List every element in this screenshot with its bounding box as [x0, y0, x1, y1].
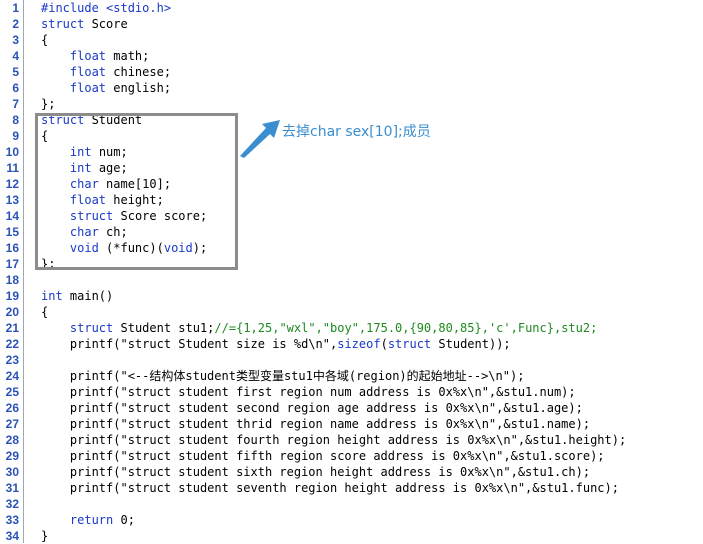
code-token: Score: [84, 17, 128, 31]
line-number: 17: [5, 257, 19, 271]
line-number: 21: [5, 321, 19, 335]
line-number: 25: [5, 385, 19, 399]
code-editor[interactable]: 1 2 3 4 5 6 7 8 9 10 11 12 13 14 15 16 17 18 19 20 21 22 23 24 2…: [0, 0, 703, 543]
line-number: 14: [5, 209, 19, 223]
code-token: Student stu1;: [113, 321, 215, 335]
code-line[interactable]: #include <stdio.h>: [41, 0, 171, 16]
line-number: 6: [12, 81, 19, 95]
code-token: printf("struct student sixth region heig…: [41, 465, 591, 479]
code-line[interactable]: printf("struct student second region age…: [41, 400, 583, 416]
line-number: 28: [5, 433, 19, 447]
code-token: 0;: [113, 513, 135, 527]
line-number: 27: [5, 417, 19, 431]
code-token: printf("struct student first region num …: [41, 385, 576, 399]
line-number: 4: [12, 49, 19, 63]
line-number: 1: [12, 1, 19, 15]
line-number: 9: [12, 129, 19, 143]
line-number: 11: [6, 161, 19, 175]
line-number: 7: [12, 97, 19, 111]
line-number: 3: [12, 33, 19, 47]
line-number: 18: [5, 273, 19, 287]
code-line[interactable]: {: [41, 304, 48, 320]
line-number: 33: [5, 513, 19, 527]
struct-highlight-box: [35, 113, 238, 270]
code-token: printf("struct student fifth region scor…: [41, 449, 605, 463]
keyword-token: float: [69, 49, 107, 63]
keyword-token: struct: [69, 321, 114, 335]
line-number-gutter: 1 2 3 4 5 6 7 8 9 10 11 12 13 14 15 16 17 18 19 20 21 22 23 24 2…: [0, 0, 24, 543]
code-token: printf("struct student seventh region he…: [41, 481, 619, 495]
code-line[interactable]: printf("<--结构体student类型变量stu1中各域(region)…: [41, 368, 525, 384]
code-line[interactable]: printf("struct student thrid region name…: [41, 416, 590, 432]
line-number: 26: [5, 401, 19, 415]
code-token: {: [41, 33, 49, 47]
code-line[interactable]: struct Student stu1;//={1,25,"wxl","boy"…: [41, 320, 597, 336]
code-line[interactable]: printf("struct student first region num …: [41, 384, 576, 400]
line-number: 16: [5, 241, 19, 255]
code-line[interactable]: printf("struct Student size is %d\n",siz…: [41, 336, 511, 352]
code-token: printf("struct student thrid region name…: [41, 417, 591, 431]
line-number: 8: [12, 113, 19, 127]
keyword-token: struct: [387, 337, 432, 351]
code-token: main(): [62, 289, 114, 303]
line-number: 13: [5, 193, 19, 207]
line-number: 2: [12, 17, 19, 31]
callout-arrow-icon: [240, 120, 280, 158]
code-line[interactable]: printf("struct student fifth region scor…: [41, 448, 605, 464]
code-token: printf("<--结构体student类型变量stu1中各域(region)…: [41, 369, 525, 383]
line-number: 23: [5, 353, 19, 367]
line-number: 15: [5, 225, 19, 239]
keyword-token: float: [69, 65, 107, 79]
line-number: 34: [5, 529, 19, 543]
code-line[interactable]: printf("struct student sixth region heig…: [41, 464, 590, 480]
line-number: 19: [5, 289, 19, 303]
code-line[interactable]: int main(): [41, 288, 113, 304]
code-token: (: [380, 337, 388, 351]
line-number: 22: [5, 337, 19, 351]
code-line[interactable]: printf("struct student fourth region hei…: [41, 432, 626, 448]
code-token: printf("struct Student size is %d\n",: [41, 337, 338, 351]
code-line[interactable]: return 0;: [41, 512, 135, 528]
keyword-token: sizeof: [337, 337, 381, 351]
keyword-token: return: [69, 513, 114, 527]
code-line[interactable]: }: [41, 528, 48, 544]
code-line[interactable]: struct Score: [41, 16, 128, 32]
comment-token: //={1,25,"wxl","boy",175.0,{90,80,85},'c…: [214, 321, 598, 335]
line-number: 31: [5, 481, 19, 495]
code-token: printf("struct student fourth region hei…: [41, 433, 627, 447]
code-token: chinese;: [106, 65, 172, 79]
line-number: 12: [5, 177, 19, 191]
annotation-callout-text: 去掉char sex[10];成员: [282, 124, 431, 140]
line-number: 29: [5, 449, 19, 463]
code-token: printf("struct student second region age…: [41, 401, 583, 415]
code-token: };: [41, 97, 56, 111]
code-line[interactable]: float chinese;: [41, 64, 171, 80]
keyword-token: struct: [41, 17, 85, 31]
code-token: }: [41, 529, 49, 543]
keyword-token: int: [41, 289, 63, 303]
keyword-token: float: [69, 81, 107, 95]
line-number: 20: [5, 305, 19, 319]
code-line[interactable]: float math;: [41, 48, 149, 64]
code-line[interactable]: };: [41, 96, 55, 112]
line-number: 24: [5, 369, 19, 383]
code-line[interactable]: {: [41, 32, 48, 48]
line-number: 30: [5, 465, 19, 479]
code-token: english;: [106, 81, 172, 95]
code-token: Student));: [431, 337, 511, 351]
code-token: math;: [106, 49, 150, 63]
code-line[interactable]: float english;: [41, 80, 171, 96]
preprocessor-token: #include <stdio.h>: [41, 1, 172, 15]
line-number: 10: [5, 145, 19, 159]
line-number: 5: [12, 65, 19, 79]
code-token: {: [41, 305, 49, 319]
code-line[interactable]: printf("struct student seventh region he…: [41, 480, 619, 496]
line-number: 32: [5, 497, 19, 511]
